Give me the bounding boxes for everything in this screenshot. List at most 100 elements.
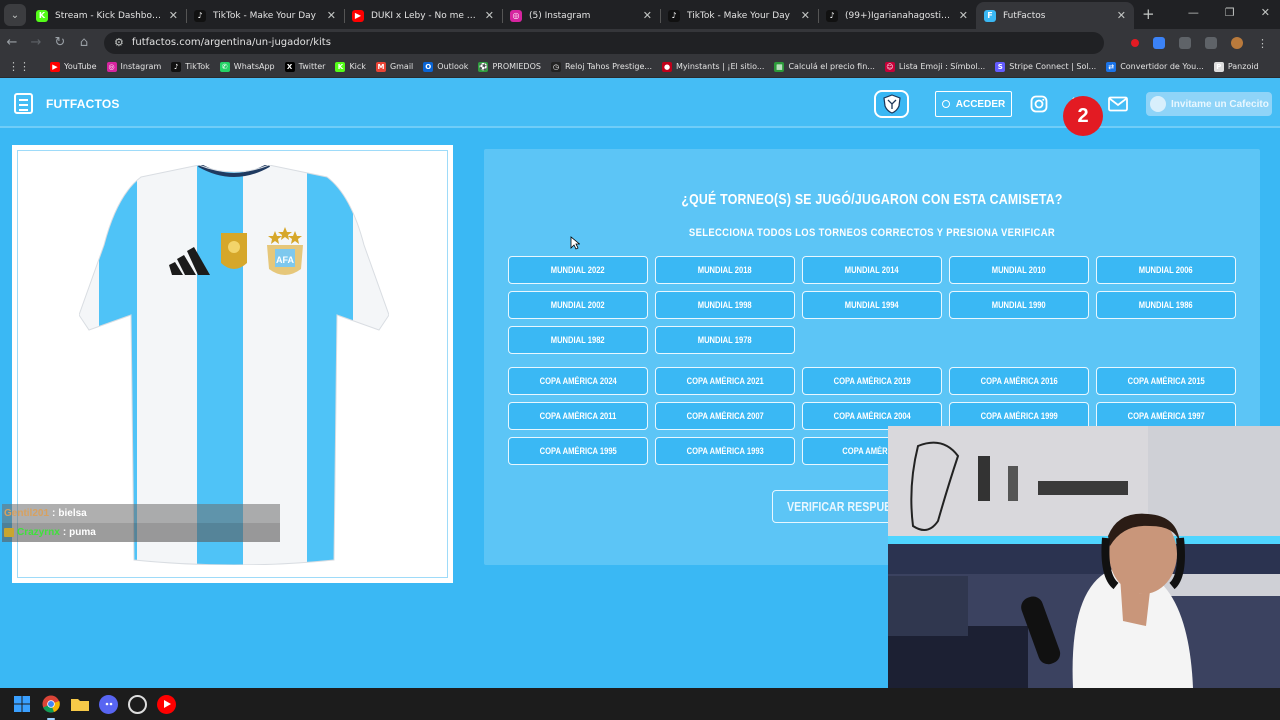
browser-tab[interactable]: ▶ DUKI x Leby - No me Llore ✕ xyxy=(344,2,502,29)
bookmark-label: Myinstants | ¡El sitio... xyxy=(676,62,765,71)
bookmark-item[interactable]: ⚽ PROMIEDOS xyxy=(478,61,541,72)
tournament-option-button[interactable]: MUNDIAL 2010 xyxy=(949,256,1089,284)
whatsapp-icon: ✆ xyxy=(219,61,230,72)
tournament-option-button[interactable]: COPA AMÉRICA 2019 xyxy=(802,367,942,395)
bookmark-item[interactable]: ● Myinstants | ¡El sitio... xyxy=(662,61,765,72)
tournament-option-label: MUNDIAL 1978 xyxy=(698,334,752,346)
bookmark-label: Twitter xyxy=(298,62,326,71)
forward-icon[interactable]: → xyxy=(24,35,48,50)
site-logo[interactable]: FUTFACTOS xyxy=(14,93,120,114)
close-tab-icon[interactable]: ✕ xyxy=(327,9,336,22)
tournament-option-button[interactable]: MUNDIAL 1990 xyxy=(949,291,1089,319)
close-tab-icon[interactable]: ✕ xyxy=(169,9,178,22)
bookmark-item[interactable]: S Stripe Connect | Sol... xyxy=(995,61,1096,72)
back-icon[interactable]: ← xyxy=(0,35,24,50)
bookmark-item[interactable]: ▶ YouTube xyxy=(50,61,97,72)
x-icon: X xyxy=(284,61,295,72)
bookmark-item[interactable]: ✆ WhatsApp xyxy=(219,61,275,72)
tournament-option-label: COPA AMÉRICA 1995 xyxy=(539,445,617,457)
tournament-option-button[interactable]: COPA AMÉRICA 2016 xyxy=(949,367,1089,395)
bookmark-item[interactable]: ⇄ Convertidor de You... xyxy=(1106,61,1204,72)
tournament-option-button[interactable]: MUNDIAL 1978 xyxy=(655,326,795,354)
tournament-option-button[interactable]: COPA AMÉRICA 2007 xyxy=(655,402,795,430)
tournament-option-button[interactable]: COPA AMÉRICA 2015 xyxy=(1096,367,1236,395)
menu-icon[interactable]: ⋮ xyxy=(1257,37,1268,50)
tournament-option-button[interactable]: COPA AMÉRICA 1993 xyxy=(655,437,795,465)
reload-icon[interactable]: ↻ xyxy=(48,35,72,50)
site-info-icon[interactable]: ⚙ xyxy=(114,36,124,49)
close-tab-icon[interactable]: ✕ xyxy=(801,9,810,22)
cafecito-button[interactable]: Invitame un Cafecito xyxy=(1146,92,1272,116)
team-badge-button[interactable] xyxy=(874,90,909,118)
bookmark-item[interactable]: X Twitter xyxy=(284,61,326,72)
tournament-option-label: MUNDIAL 2018 xyxy=(698,264,752,276)
close-tab-icon[interactable]: ✕ xyxy=(959,9,968,22)
browser-tab[interactable]: F FutFactos ✕ xyxy=(976,2,1134,29)
bookmark-label: Outlook xyxy=(437,62,469,71)
tournament-option-button[interactable]: MUNDIAL 1982 xyxy=(508,326,648,354)
youtube-icon[interactable] xyxy=(157,694,176,714)
file-explorer-icon[interactable] xyxy=(70,695,89,714)
browser-tab[interactable]: ◎ (5) Instagram ✕ xyxy=(502,2,660,29)
youtube-icon: ▶ xyxy=(352,9,364,22)
browser-tab[interactable]: ♪ (99+)Igarianahagostinaaa2_# ✕ xyxy=(818,2,976,29)
bookmark-item[interactable]: ☺ Lista Emoji : Símbol... xyxy=(884,61,985,72)
obs-icon[interactable] xyxy=(128,694,147,714)
tournament-option-button[interactable]: COPA AMÉRICA 2021 xyxy=(655,367,795,395)
discord-icon[interactable] xyxy=(99,694,118,714)
apps-grid-icon[interactable]: ⋮⋮ xyxy=(8,60,30,73)
bookmark-item[interactable]: ♪ TikTok xyxy=(171,61,210,72)
browser-tab[interactable]: ♪ TikTok - Make Your Day ✕ xyxy=(660,2,818,29)
downloads-icon[interactable] xyxy=(1205,36,1217,49)
tournament-option-button[interactable]: MUNDIAL 2022 xyxy=(508,256,648,284)
close-window-icon[interactable]: ✕ xyxy=(1261,6,1270,19)
tournament-option-label: COPA AMÉRICA 2011 xyxy=(539,410,617,422)
close-tab-icon[interactable]: ✕ xyxy=(1117,9,1126,22)
home-icon[interactable]: ⌂ xyxy=(72,35,96,50)
tournament-option-button[interactable]: MUNDIAL 2018 xyxy=(655,256,795,284)
restore-icon[interactable]: ❐ xyxy=(1225,6,1235,19)
chrome-icon[interactable] xyxy=(41,695,60,720)
tournament-option-button[interactable]: MUNDIAL 2006 xyxy=(1096,256,1236,284)
audio-extension-icon[interactable] xyxy=(1153,36,1165,49)
minimize-icon[interactable]: — xyxy=(1188,6,1199,19)
tab-search-icon[interactable]: ⌄ xyxy=(4,4,26,26)
instagram-icon[interactable] xyxy=(1029,94,1049,114)
myinstants-icon: ● xyxy=(662,61,672,72)
tournament-option-button[interactable]: MUNDIAL 1998 xyxy=(655,291,795,319)
extensions-icon[interactable] xyxy=(1179,36,1191,49)
mail-icon[interactable] xyxy=(1108,94,1128,114)
profile-avatar[interactable] xyxy=(1231,36,1243,49)
bookmark-item[interactable]: ◎ Instagram xyxy=(106,61,161,72)
tournament-option-button[interactable]: COPA AMÉRICA 2011 xyxy=(508,402,648,430)
tournament-option-label: MUNDIAL 1994 xyxy=(845,299,899,311)
new-tab-button[interactable]: + xyxy=(1142,5,1155,23)
champion-badge-icon xyxy=(221,233,247,269)
tournament-option-button[interactable]: MUNDIAL 2014 xyxy=(802,256,942,284)
bookmark-item[interactable]: M Gmail xyxy=(375,61,413,72)
kick-icon: K xyxy=(36,9,48,22)
bookmark-item[interactable]: O Outlook xyxy=(423,61,469,72)
subscriber-badge-icon xyxy=(4,528,14,537)
tournament-option-label: COPA AMÉRICA 2021 xyxy=(686,375,764,387)
bookmark-item[interactable]: K Kick xyxy=(335,61,366,72)
tournament-option-button[interactable]: COPA AMÉRICA 2024 xyxy=(508,367,648,395)
browser-tab[interactable]: ♪ TikTok - Make Your Day ✕ xyxy=(186,2,344,29)
window-controls: — ❐ ✕ xyxy=(1188,6,1270,19)
address-bar[interactable]: ⚙ futfactos.com/argentina/un-jugador/kit… xyxy=(104,31,1104,54)
tournament-option-button[interactable]: MUNDIAL 1986 xyxy=(1096,291,1236,319)
record-extension-icon[interactable] xyxy=(1131,38,1139,47)
tournament-option-button[interactable]: MUNDIAL 1994 xyxy=(802,291,942,319)
bookmark-item[interactable]: P Panzoid xyxy=(1213,61,1259,72)
browser-tab[interactable]: K Stream - Kick Dashboard ✕ xyxy=(28,2,186,29)
tournament-option-button[interactable]: COPA AMÉRICA 1995 xyxy=(508,437,648,465)
close-tab-icon[interactable]: ✕ xyxy=(485,9,494,22)
bookmark-item[interactable]: ◷ Reloj Tahos Prestige... xyxy=(550,61,652,72)
tournament-option-button[interactable]: MUNDIAL 2002 xyxy=(508,291,648,319)
tournament-option-label: COPA AMÉRICA 2019 xyxy=(833,375,911,387)
close-tab-icon[interactable]: ✕ xyxy=(643,9,652,22)
login-button[interactable]: ACCEDER xyxy=(935,91,1012,117)
windows-start-icon[interactable] xyxy=(12,695,31,714)
bookmark-item[interactable]: ▦ Calculá el precio fin... xyxy=(774,61,875,72)
tournament-option-label: MUNDIAL 2022 xyxy=(551,264,605,276)
